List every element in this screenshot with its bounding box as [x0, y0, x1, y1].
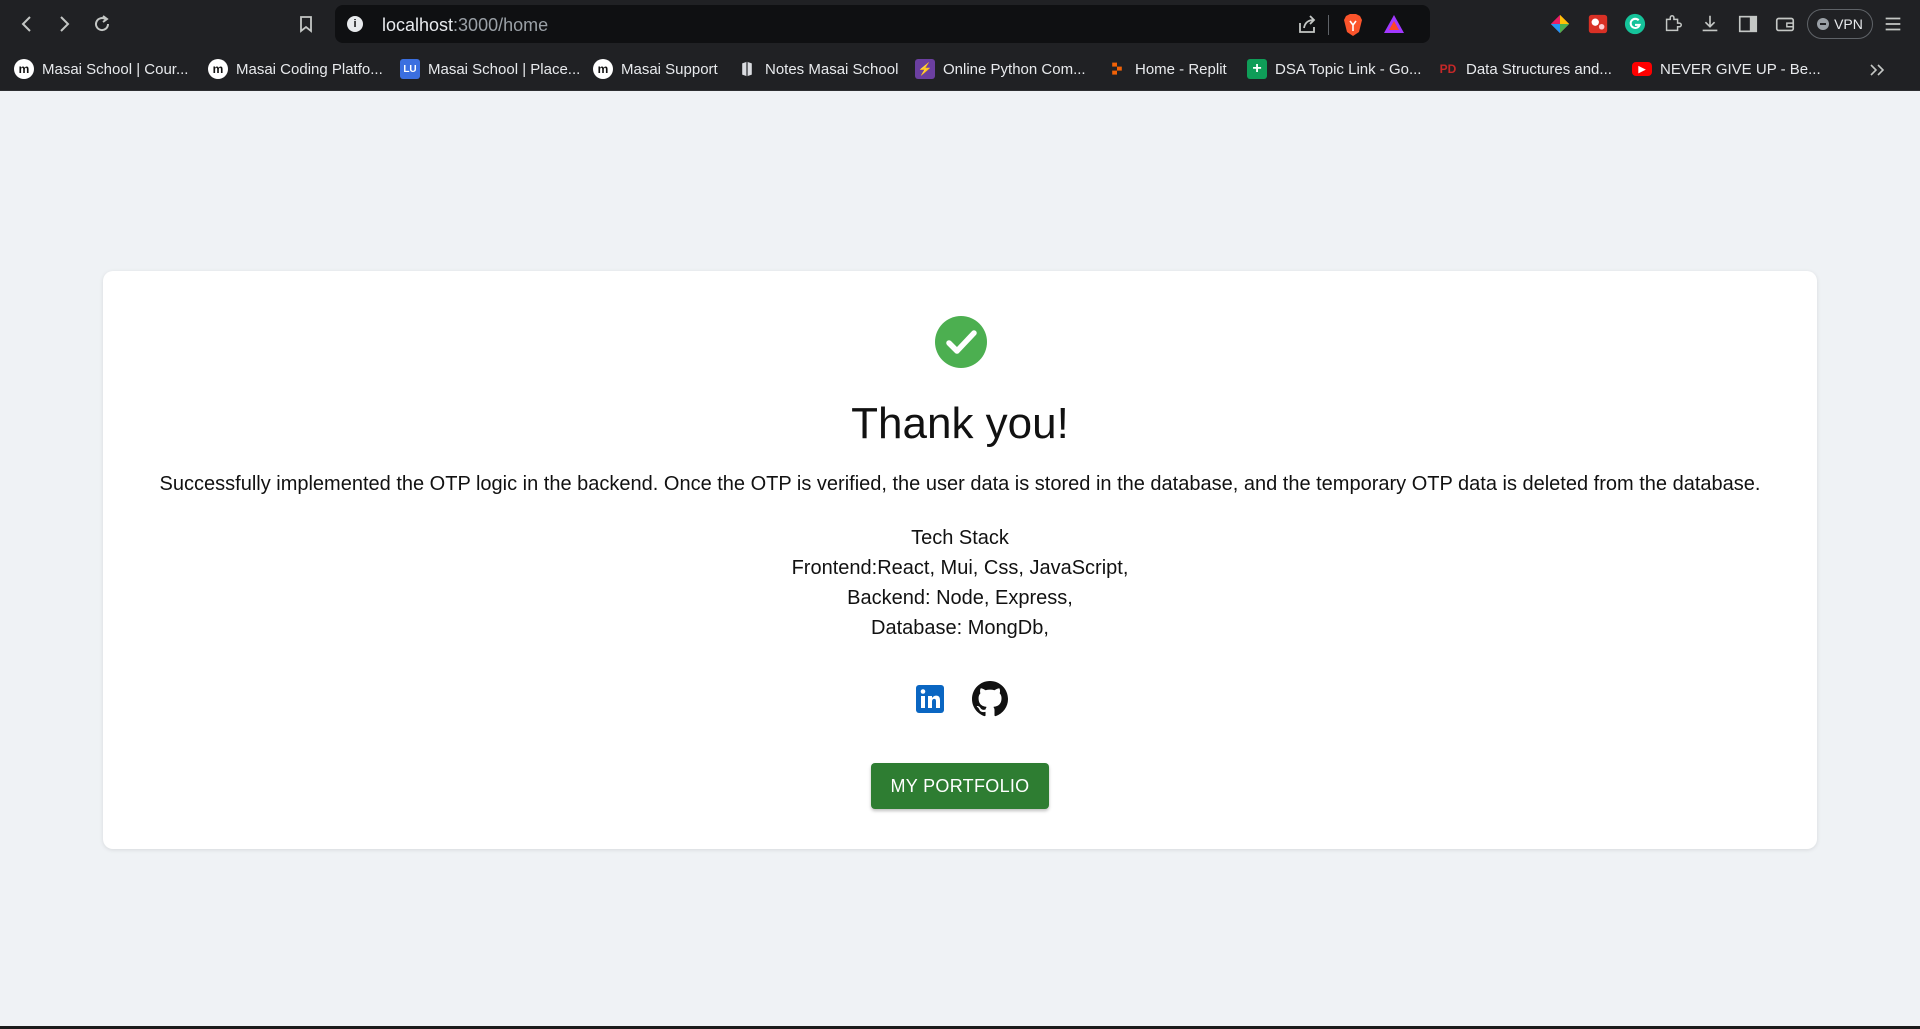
bookmark-label: Masai Support [621, 60, 718, 78]
bookmark-icon [300, 16, 312, 33]
bookmark-label: Masai Coding Platfo... [236, 60, 383, 78]
bookmark-button[interactable] [292, 10, 320, 38]
extensions-puzzle-icon[interactable] [1661, 12, 1685, 36]
grammarly-icon[interactable] [1623, 12, 1647, 36]
masai-icon: m [14, 59, 34, 79]
bookmark-label: Online Python Com... [943, 60, 1086, 78]
bookmark-item[interactable]: m Masai Coding Platfo... [208, 57, 383, 81]
url-separator [1328, 15, 1329, 35]
bookmark-item[interactable]: m Masai School | Cour... [14, 57, 188, 81]
replit-icon [1107, 59, 1127, 79]
social-links [103, 681, 1817, 717]
success-check-icon [935, 316, 987, 368]
bookmark-item[interactable]: Notes Masai School [737, 57, 898, 81]
bookmark-label: Masai School | Cour... [42, 60, 189, 78]
address-bar[interactable]: i localhost:3000/home [335, 5, 1430, 43]
url-host: localhost [382, 15, 454, 35]
bookmark-item[interactable]: PD Data Structures and... [1438, 57, 1612, 81]
vpn-button[interactable]: VPN [1807, 9, 1873, 39]
youtube-icon: ▶ [1632, 62, 1652, 76]
url-text[interactable]: localhost:3000/home [382, 15, 548, 36]
linkedin-icon [916, 685, 944, 713]
tech-stack-heading: Tech Stack [911, 527, 1009, 549]
notes-icon [737, 59, 757, 79]
bookmark-label: Home - Replit [1135, 60, 1227, 78]
bookmark-item[interactable]: ⚡ Online Python Com... [915, 57, 1086, 81]
share-icon[interactable] [1296, 14, 1318, 36]
bookmark-item[interactable]: m Masai Support [593, 57, 718, 81]
description-text: Successfully implemented the OTP logic i… [159, 473, 1761, 495]
linkedin-link[interactable] [912, 681, 948, 717]
bookmark-label: Data Structures and... [1466, 60, 1612, 78]
bookmark-label: NEVER GIVE UP - Be... [1660, 60, 1821, 78]
thank-you-card: Thank you! Successfully implemented the … [103, 271, 1817, 849]
color-extension-icon[interactable] [1548, 12, 1572, 36]
masai-icon: m [208, 59, 228, 79]
bookmark-item[interactable]: LU Masai School | Place... [400, 57, 580, 81]
more-bookmarks-icon[interactable] [1868, 62, 1886, 78]
download-icon[interactable] [1698, 12, 1722, 36]
brave-rewards-icon[interactable] [1382, 13, 1406, 35]
bookmark-label: Notes Masai School [765, 60, 899, 78]
masai-icon: m [593, 59, 613, 79]
lu-icon: LU [400, 59, 420, 79]
back-button[interactable] [13, 10, 41, 38]
url-path: :3000/home [453, 15, 549, 35]
back-arrow-icon [21, 16, 31, 32]
vpn-label: VPN [1834, 16, 1863, 32]
forward-button[interactable] [50, 10, 78, 38]
tech-stack: Tech Stack Frontend:React, Mui, Css, Jav… [103, 523, 1817, 643]
forward-arrow-icon [60, 16, 70, 32]
bookmarks-bar: m Masai School | Cour... m Masai Coding … [0, 48, 1920, 91]
bookmark-item[interactable]: + DSA Topic Link - Go... [1247, 57, 1421, 81]
vpn-status-icon [1817, 18, 1830, 30]
bookmark-item[interactable]: Home - Replit [1107, 57, 1227, 81]
bookmark-label: DSA Topic Link - Go... [1275, 60, 1422, 78]
tech-stack-backend: Backend: Node, Express, [847, 587, 1073, 609]
puzzle-game-extension-icon[interactable] [1586, 12, 1610, 36]
python-icon: ⚡ [915, 59, 935, 79]
reload-icon [95, 15, 110, 32]
wallet-icon[interactable] [1773, 12, 1797, 36]
github-link[interactable] [972, 681, 1008, 717]
sidebar-icon[interactable] [1736, 12, 1760, 36]
bookmark-item[interactable]: ▶ NEVER GIVE UP - Be... [1632, 57, 1821, 81]
tech-stack-database: Database: MongDb, [871, 617, 1049, 639]
browser-toolbar: i localhost:3000/home VPN [0, 0, 1920, 48]
tech-stack-frontend: Frontend:React, Mui, Css, JavaScript, [791, 557, 1129, 579]
brave-shields-icon[interactable] [1342, 13, 1364, 37]
page-title: Thank you! [851, 399, 1069, 448]
sheets-icon: + [1247, 59, 1267, 79]
portfolio-button[interactable]: MY PORTFOLIO [871, 763, 1049, 809]
site-info-icon[interactable]: i [347, 16, 363, 32]
github-icon [972, 681, 1008, 717]
reload-button[interactable] [88, 10, 116, 38]
pdf-icon: PD [1439, 62, 1457, 76]
bookmark-label: Masai School | Place... [428, 60, 581, 78]
menu-icon[interactable] [1881, 12, 1905, 36]
